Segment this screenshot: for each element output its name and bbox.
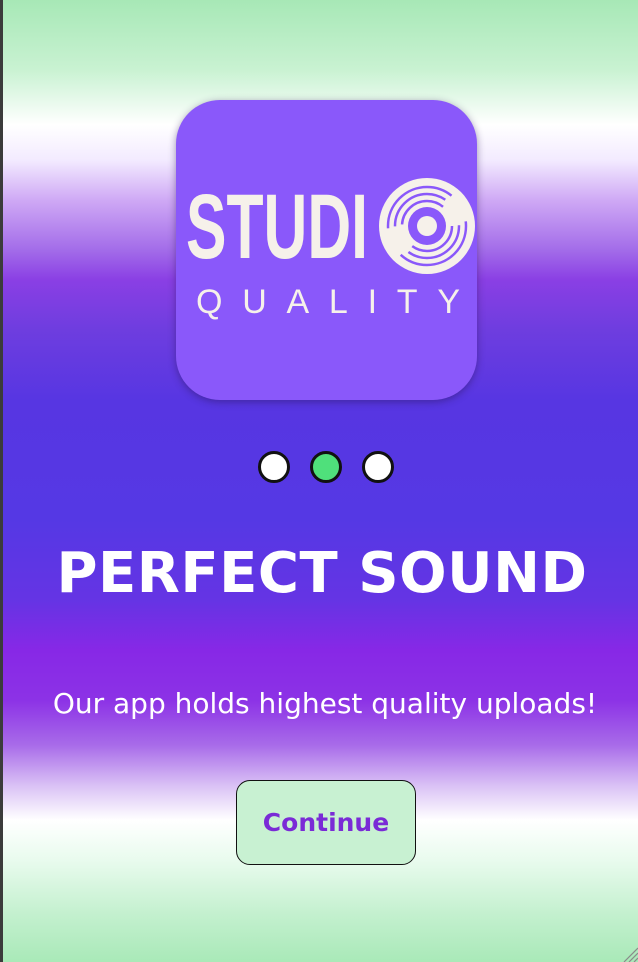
resize-grip-icon[interactable] xyxy=(620,944,638,962)
logo-word-quality: QUALITY xyxy=(196,283,460,321)
page-subtitle: Our app holds highest quality uploads! xyxy=(52,687,598,720)
pagination-dot-2-active[interactable] xyxy=(310,451,342,483)
studio-quality-logo: STUDI QUALITY xyxy=(186,176,475,321)
onboarding-screen: STUDI QUALITY PERFECT SOUND Our app hold… xyxy=(0,0,638,962)
page-title: PERFECT SOUND xyxy=(56,541,588,606)
app-logo: STUDI QUALITY xyxy=(176,100,477,400)
pagination-dot-1[interactable] xyxy=(258,451,290,483)
pagination-dot-3[interactable] xyxy=(362,451,394,483)
vinyl-disc-icon xyxy=(379,178,475,274)
continue-button[interactable]: Continue xyxy=(236,780,416,865)
logo-word-studi: STUDI xyxy=(186,176,368,278)
pagination-dots xyxy=(258,451,394,483)
